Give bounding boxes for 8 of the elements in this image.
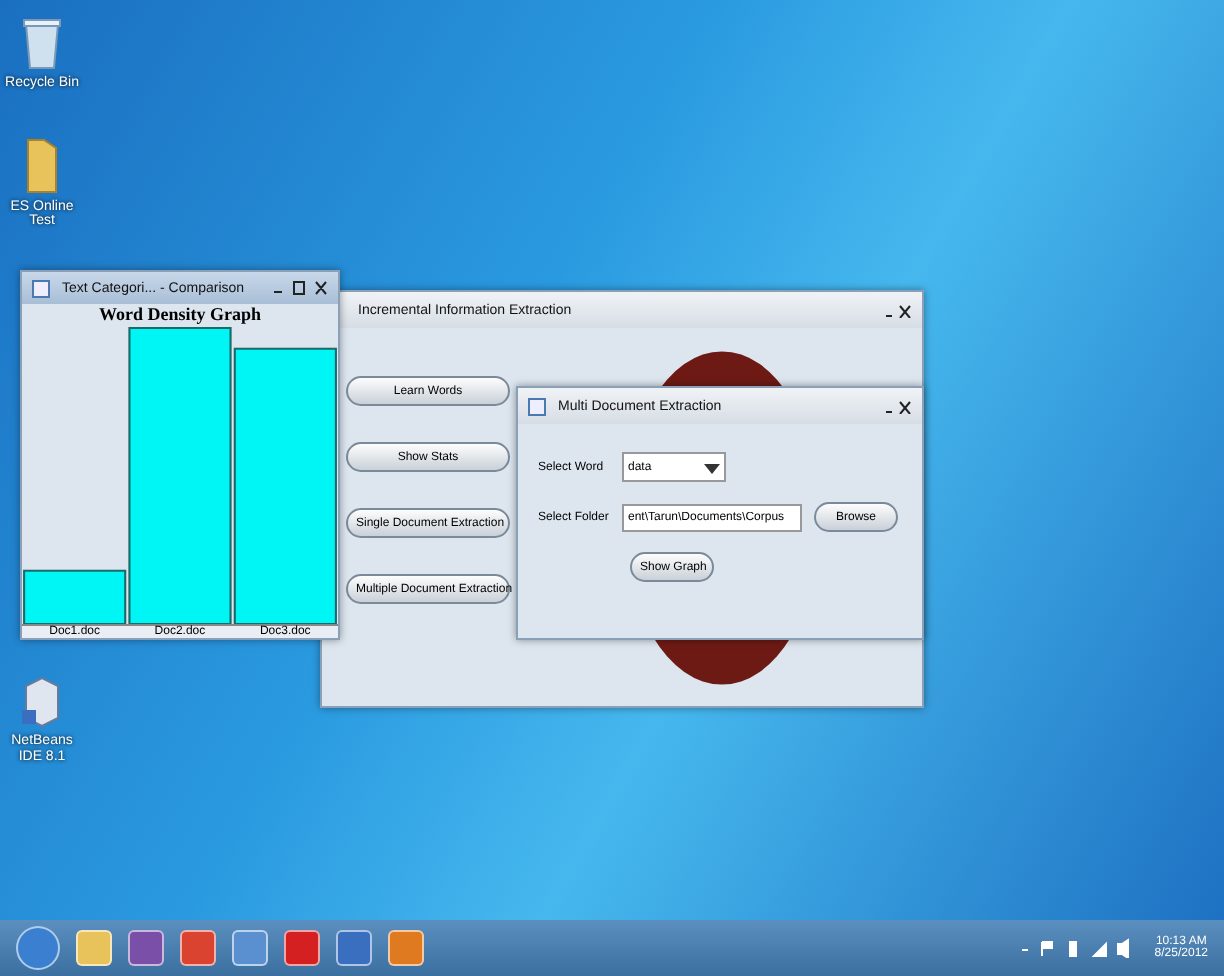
window-icon <box>32 279 50 297</box>
start-orb-icon[interactable] <box>16 926 60 970</box>
window-icon <box>528 397 546 415</box>
window-controls-icon[interactable] <box>272 280 328 296</box>
window-controls-icon[interactable] <box>884 303 912 317</box>
window-controls-icon[interactable] <box>884 399 912 413</box>
trash-icon[interactable] <box>22 16 62 72</box>
chart-title: Word Density Graph <box>96 304 263 324</box>
